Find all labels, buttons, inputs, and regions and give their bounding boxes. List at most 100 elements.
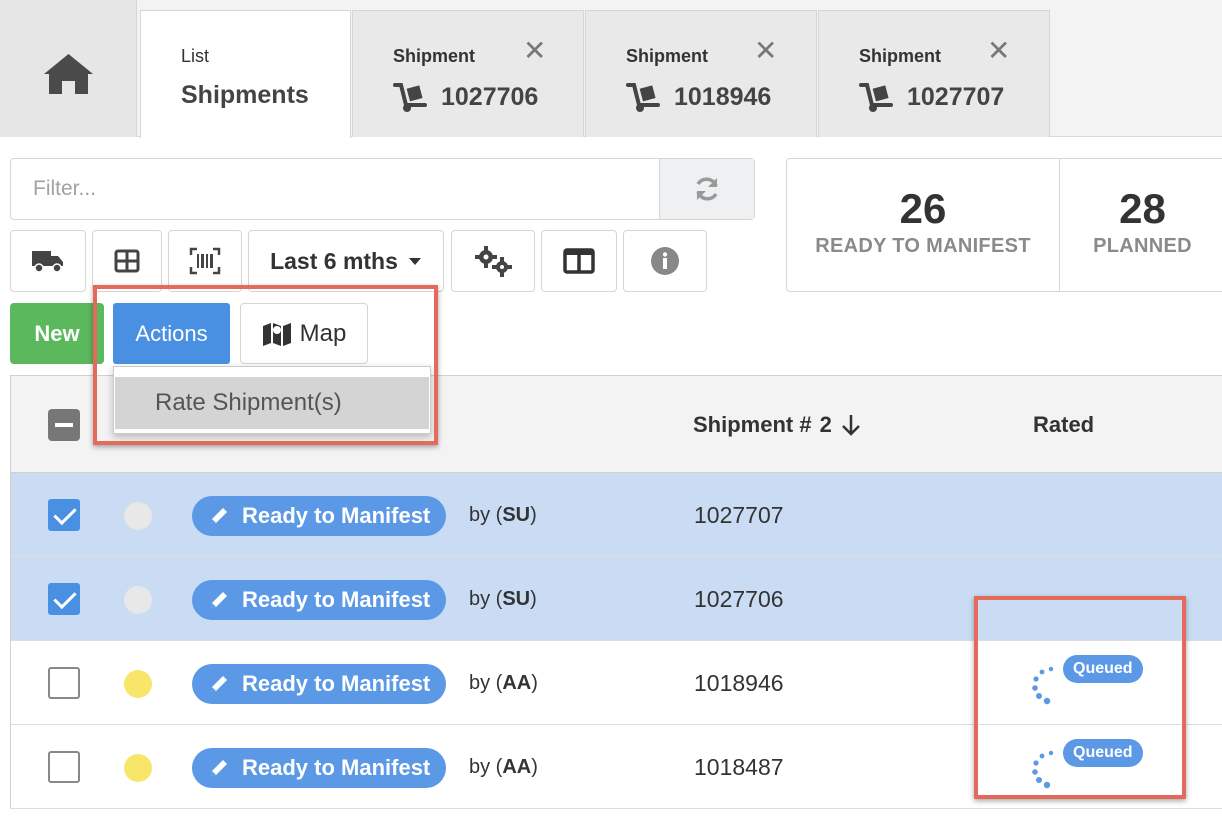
columns-button[interactable] bbox=[541, 230, 617, 292]
stat-ready-to-manifest[interactable]: 26 READY TO MANIFEST bbox=[787, 159, 1060, 291]
close-icon[interactable]: ✕ bbox=[987, 37, 1010, 65]
table-row[interactable]: Ready to Manifest by (AA) 1018946 Queued bbox=[10, 641, 1222, 725]
row-checkbox[interactable] bbox=[48, 751, 80, 783]
tab-shipment-3[interactable]: Shipment ✕ 1027707 bbox=[818, 10, 1050, 137]
barcode-icon bbox=[189, 247, 221, 275]
filter-input[interactable] bbox=[11, 159, 661, 219]
shipments-table: Shipment # 2 Rated Ready to Manifest by … bbox=[10, 375, 1222, 832]
select-all-checkbox[interactable] bbox=[48, 409, 80, 441]
hand-truck-icon bbox=[393, 83, 427, 112]
status-label: Ready to Manifest bbox=[242, 503, 431, 528]
map-button[interactable]: Map bbox=[240, 303, 368, 364]
user-initials: SU bbox=[502, 588, 531, 610]
status-pill[interactable]: Ready to Manifest bbox=[192, 748, 447, 788]
table-row[interactable]: Ready to Manifest by (SU) 1027706 bbox=[10, 557, 1222, 641]
stat-label: READY TO MANIFEST bbox=[815, 235, 1031, 257]
home-icon bbox=[44, 54, 93, 94]
tab-small-label: List bbox=[181, 46, 210, 66]
settings-button[interactable] bbox=[451, 230, 535, 292]
tab-shipment-1[interactable]: Shipment ✕ 1027706 bbox=[352, 10, 584, 137]
tab-strip: List Shipments Shipment ✕ 1027706 Shipme… bbox=[0, 0, 1222, 138]
refresh-icon bbox=[696, 177, 718, 201]
user-initials: AA bbox=[502, 672, 532, 694]
gears-icon bbox=[475, 246, 512, 277]
by-user: by (SU) bbox=[469, 588, 537, 610]
filter-bar bbox=[10, 158, 755, 220]
rated-queued: Queued bbox=[1031, 737, 1151, 797]
table-row[interactable]: Ready to Manifest by (AA) 1018487 Queued bbox=[10, 725, 1222, 809]
shipment-number[interactable]: 1018946 bbox=[694, 670, 784, 697]
grid-icon bbox=[114, 249, 140, 273]
date-range-label: Last 6 mths bbox=[270, 247, 398, 274]
pencil-icon bbox=[211, 760, 227, 776]
date-range-dropdown[interactable]: Last 6 mths bbox=[248, 230, 444, 292]
stat-value: 28 bbox=[1119, 185, 1166, 232]
actions-dropdown-menu: Rate Shipment(s) bbox=[113, 366, 431, 434]
status-dot bbox=[124, 586, 152, 614]
tab-shipment-number: 1027707 bbox=[907, 82, 1005, 111]
tab-small-label: Shipment bbox=[859, 46, 942, 66]
row-checkbox[interactable] bbox=[48, 499, 80, 531]
columns-icon bbox=[563, 248, 595, 274]
map-label: Map bbox=[299, 319, 347, 347]
status-pill[interactable]: Ready to Manifest bbox=[192, 496, 447, 536]
shipment-number[interactable]: 1018487 bbox=[694, 754, 784, 781]
tab-shipment-number: 1018946 bbox=[674, 82, 772, 111]
close-icon[interactable]: ✕ bbox=[754, 37, 777, 65]
queued-badge: Queued bbox=[1063, 655, 1143, 683]
tab-shipment-number: 1027706 bbox=[441, 82, 539, 111]
stats-panel: 26 READY TO MANIFEST 28 PLANNED bbox=[786, 158, 1222, 292]
close-icon[interactable]: ✕ bbox=[523, 37, 546, 65]
truck-icon bbox=[32, 251, 63, 273]
by-user: by (SU) bbox=[469, 504, 537, 526]
queued-badge: Queued bbox=[1063, 739, 1143, 767]
hand-truck-icon bbox=[859, 83, 893, 112]
actions-button[interactable]: Actions bbox=[113, 303, 230, 364]
shipment-number[interactable]: 1027706 bbox=[694, 586, 784, 613]
status-label: Ready to Manifest bbox=[242, 755, 431, 780]
menu-item-rate-shipments[interactable]: Rate Shipment(s) bbox=[115, 377, 429, 429]
status-label: Ready to Manifest bbox=[242, 671, 431, 696]
pencil-icon bbox=[211, 508, 227, 524]
caret-down-icon bbox=[408, 258, 421, 265]
stat-value: 26 bbox=[899, 185, 947, 232]
rated-queued: Queued bbox=[1031, 653, 1151, 713]
sort-index: 2 bbox=[819, 412, 832, 437]
row-checkbox[interactable] bbox=[48, 667, 80, 699]
hand-truck-icon bbox=[626, 83, 660, 112]
info-button[interactable] bbox=[623, 230, 707, 292]
status-dot bbox=[124, 502, 152, 530]
status-pill[interactable]: Ready to Manifest bbox=[192, 580, 447, 620]
tab-shipments-list[interactable]: List Shipments bbox=[140, 10, 351, 138]
shipment-number[interactable]: 1027707 bbox=[694, 502, 784, 529]
user-initials: SU bbox=[502, 504, 531, 526]
tab-small-label: Shipment bbox=[626, 46, 709, 66]
grid-view-button[interactable] bbox=[92, 230, 162, 292]
status-dot bbox=[124, 670, 152, 698]
tab-title: Shipments bbox=[181, 81, 309, 109]
stat-planned[interactable]: 28 PLANNED bbox=[1060, 159, 1222, 291]
status-pill[interactable]: Ready to Manifest bbox=[192, 664, 447, 704]
tab-shipment-2[interactable]: Shipment ✕ 1018946 bbox=[585, 10, 817, 137]
info-icon bbox=[651, 247, 679, 275]
pencil-icon bbox=[211, 676, 227, 692]
sort-down-arrow-icon bbox=[841, 415, 860, 436]
barcode-scan-button[interactable] bbox=[168, 230, 242, 292]
user-initials: AA bbox=[502, 756, 532, 778]
stat-label: PLANNED bbox=[1093, 235, 1192, 257]
status-dot bbox=[124, 754, 152, 782]
column-header-shipment[interactable]: Shipment # 2 bbox=[693, 412, 862, 438]
tab-home[interactable] bbox=[0, 0, 137, 137]
new-button[interactable]: New bbox=[10, 303, 104, 364]
status-label: Ready to Manifest bbox=[242, 587, 431, 612]
row-checkbox[interactable] bbox=[48, 583, 80, 615]
truck-button[interactable] bbox=[10, 230, 86, 292]
column-label: Shipment # bbox=[693, 412, 812, 437]
refresh-button[interactable] bbox=[659, 159, 754, 219]
column-header-rated[interactable]: Rated bbox=[1033, 412, 1094, 438]
table-row[interactable]: Ready to Manifest by (SU) 1027707 bbox=[10, 473, 1222, 557]
by-user: by (AA) bbox=[469, 756, 538, 778]
map-icon bbox=[262, 322, 291, 346]
tab-small-label: Shipment bbox=[393, 46, 476, 66]
by-user: by (AA) bbox=[469, 672, 538, 694]
